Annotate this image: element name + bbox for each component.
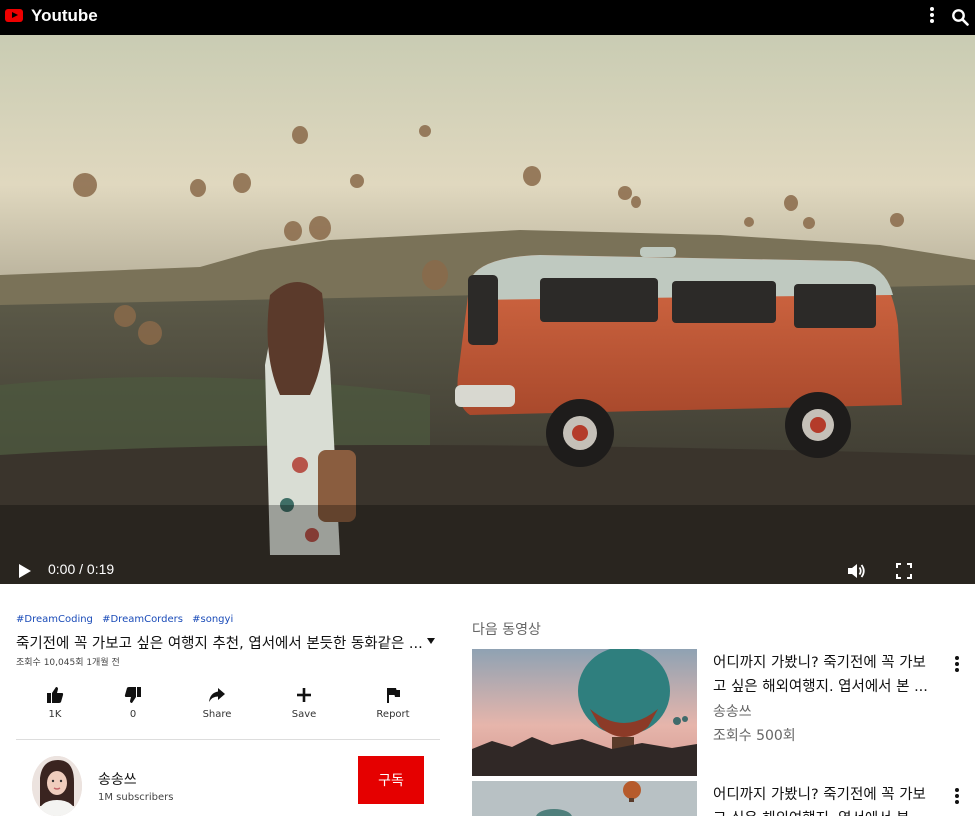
video-player[interactable]: 0:00 / 0:19 <box>0 35 975 584</box>
thumbs-up-icon <box>47 687 64 703</box>
up-next-views: 조회수 500회 <box>713 728 796 744</box>
avatar-image <box>32 756 82 816</box>
video-meta: 조회수 10,045회 1개월 전 <box>16 658 120 668</box>
share-icon <box>209 688 225 702</box>
report-label: Report <box>376 709 410 720</box>
share-button[interactable]: Share <box>182 686 252 720</box>
share-label: Share <box>202 709 232 720</box>
up-next-channel: 송송쓰 <box>713 704 752 720</box>
video-title: 죽기전에 꼭 가보고 싶은 여행지 추천, 엽서에서 본듯한 동화같은 ... <box>16 636 423 652</box>
thumbnail-image <box>472 649 697 776</box>
thumbnail-image <box>472 781 697 816</box>
hashtag-link[interactable]: #DreamCoding <box>16 614 93 625</box>
play-icon[interactable] <box>18 564 32 578</box>
video-thumbnail[interactable] <box>472 649 697 776</box>
time-display: 0:00 / 0:19 <box>48 561 115 577</box>
save-label: Save <box>291 709 317 720</box>
more-vert-icon[interactable] <box>926 7 938 27</box>
more-vert-icon[interactable] <box>952 788 962 806</box>
youtube-play-icon[interactable] <box>5 9 23 22</box>
up-next-item[interactable]: 어디까지 가봤니? 죽기전에 꼭 가보고 싶은 해외여행지. 엽서에서 본 ..… <box>472 781 975 816</box>
app-header: Youtube <box>0 0 975 35</box>
search-icon[interactable] <box>951 8 969 26</box>
subscribe-button[interactable]: 구독 <box>358 756 424 804</box>
hashtag-link[interactable]: #songyi <box>192 614 233 625</box>
avatar[interactable] <box>32 756 82 816</box>
action-bar: 1K 0 Share Save Report <box>16 686 440 726</box>
thumbs-down-icon <box>124 687 141 703</box>
video-frame <box>0 35 975 584</box>
report-button[interactable]: Report <box>358 686 428 720</box>
player-more-icon[interactable] <box>946 564 958 582</box>
subscriber-count: 1M subscribers <box>98 792 174 803</box>
up-next-item[interactable]: 어디까지 가봤니? 죽기전에 꼭 가보고 싶은 해외여행지. 엽서에서 본 ..… <box>472 649 975 776</box>
up-next-title[interactable]: 어디까지 가봤니? 죽기전에 꼭 가보고 싶은 해외여행지. 엽서에서 본 ..… <box>713 651 935 699</box>
add-icon <box>297 688 311 702</box>
like-button[interactable]: 1K <box>20 686 90 720</box>
hashtag-link[interactable]: #DreamCorders <box>102 614 183 625</box>
app-title[interactable]: Youtube <box>31 6 98 26</box>
volume-icon[interactable] <box>846 561 866 581</box>
hashtags: #DreamCoding #DreamCorders #songyi <box>16 614 239 625</box>
expand-caret-icon[interactable] <box>427 638 435 644</box>
dislike-button[interactable]: 0 <box>98 686 168 720</box>
up-next-heading: 다음 동영상 <box>472 622 541 638</box>
save-button[interactable]: Save <box>269 686 339 720</box>
flag-icon <box>387 688 400 703</box>
dislike-count: 0 <box>129 709 137 720</box>
divider <box>16 739 440 740</box>
more-vert-icon[interactable] <box>952 656 962 674</box>
up-next-title[interactable]: 어디까지 가봤니? 죽기전에 꼭 가보고 싶은 해외여행지. 엽서에서 본 ..… <box>713 783 935 816</box>
fullscreen-icon[interactable] <box>896 563 912 579</box>
video-thumbnail[interactable] <box>472 781 697 816</box>
channel-name[interactable]: 송송쓰 <box>98 769 137 789</box>
like-count: 1K <box>48 709 62 720</box>
